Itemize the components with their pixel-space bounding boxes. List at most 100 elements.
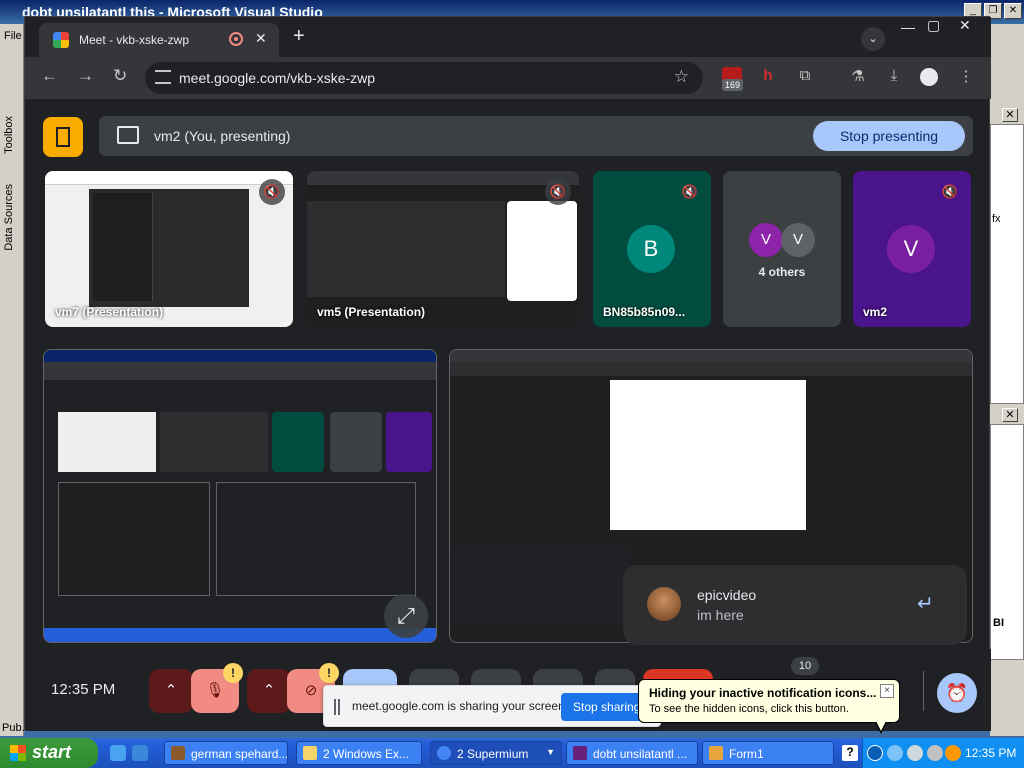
avatar: V — [887, 225, 935, 273]
form-icon — [709, 746, 723, 760]
chat-message: im here — [697, 607, 744, 623]
ie-icon[interactable] — [110, 745, 126, 761]
nested-tile — [58, 412, 156, 472]
properties-pane: fx — [990, 124, 1024, 404]
drag-handle-icon[interactable] — [334, 699, 340, 715]
mic-options-chevron-icon[interactable]: ⌃ — [149, 669, 193, 713]
alarm-clock-icon[interactable]: ⏰ — [937, 673, 977, 713]
maximize-icon[interactable]: ▢ — [927, 17, 940, 34]
close-icon[interactable]: ✕ — [959, 17, 971, 34]
tile-name: vm7 (Presentation) — [55, 305, 164, 319]
nested-tile — [330, 412, 382, 472]
profile-avatar-icon[interactable] — [920, 68, 938, 86]
task-german[interactable]: german spehard... — [164, 741, 288, 765]
close-button[interactable]: ✕ — [1004, 3, 1022, 19]
back-icon[interactable]: ← — [41, 66, 58, 86]
nested-tile — [58, 482, 210, 596]
start-label: start — [32, 742, 72, 762]
tile-vm7[interactable]: 🔇 vm7 (Presentation) — [45, 171, 293, 327]
task-explorer[interactable]: 2 Windows Ex... — [296, 741, 422, 765]
volume-icon[interactable] — [907, 745, 923, 761]
labs-flask-icon[interactable]: ⚗ — [848, 67, 868, 87]
nested-tile — [216, 482, 416, 596]
task-form1[interactable]: Form1 — [702, 741, 834, 765]
tile-screenshot-header — [45, 171, 293, 185]
mic-warning-icon: ! — [223, 663, 243, 683]
reload-icon[interactable]: ↻ — [113, 66, 127, 86]
task-label: Form1 — [729, 747, 764, 761]
network-icon[interactable] — [887, 745, 903, 761]
tray-clock: 12:35 PM — [965, 746, 1017, 760]
tab-strip: Meet - vkb-xske-zwp ✕ + ⌄ — ▢ ✕ — [25, 17, 991, 57]
avatar: B — [627, 225, 675, 273]
extension-badge: 169 — [722, 79, 744, 91]
tab-meet[interactable]: Meet - vkb-xske-zwp ✕ — [39, 23, 279, 57]
extensions-puzzle-icon[interactable]: ⧉ — [795, 67, 815, 87]
pane-close-button-2[interactable]: ✕ — [1002, 408, 1018, 422]
task-icon — [171, 746, 185, 760]
task-label: 2 Supermium — [457, 747, 529, 761]
task-visual-studio[interactable]: dobt unsilatantl ... — [566, 741, 698, 765]
expand-icon[interactable]: ⤢ — [384, 594, 428, 638]
forward-icon[interactable]: → — [77, 66, 94, 86]
tile-others[interactable]: V V 4 others — [723, 171, 841, 327]
balloon-tail-fill — [876, 721, 886, 731]
start-button[interactable]: start — [0, 738, 98, 768]
tile-vm5[interactable]: 🔇 vm5 (Presentation) — [307, 171, 579, 327]
share-status-text: meet.google.com is sharing your screen. — [352, 699, 569, 713]
participant-count-badge: 10 — [791, 657, 819, 675]
tile-vm2[interactable]: V 🔇 vm2 — [853, 171, 971, 327]
nested-tile — [272, 412, 324, 472]
recording-icon — [229, 32, 243, 46]
tile-screenshot-header — [307, 171, 579, 185]
notification-balloon[interactable]: Hiding your inactive notification icons.… — [638, 679, 900, 734]
minimize-icon[interactable]: — — [901, 19, 915, 35]
meet-panel-button[interactable] — [43, 117, 83, 157]
new-tab-icon[interactable]: + — [293, 25, 305, 48]
tile-screenshot-tabs — [44, 362, 436, 380]
shared-screen-tile-1[interactable]: ⤢ — [43, 349, 437, 643]
tile-screenshot-grid — [307, 201, 505, 297]
pane-close-button[interactable]: ✕ — [1002, 108, 1018, 122]
tile-screenshot-header — [44, 350, 436, 362]
tray-app-icon[interactable] — [927, 745, 943, 761]
address-bar[interactable]: meet.google.com/vkb-xske-zwp ☆ — [145, 62, 703, 94]
download-icon[interactable]: ⤓ — [884, 67, 904, 87]
chat-notification[interactable]: epicvideo im here ↵ — [623, 565, 967, 645]
quicklaunch-icon[interactable] — [132, 745, 148, 761]
tile-screenshot-page — [610, 380, 806, 530]
help-icon[interactable]: ? — [842, 745, 858, 761]
muted-mic-icon: 🔇 — [681, 184, 699, 199]
chat-sender: epicvideo — [697, 587, 757, 603]
browser-toolbar: ← → ↻ meet.google.com/vkb-xske-zwp ☆ 169… — [25, 57, 991, 99]
menu-file[interactable]: File — [4, 30, 22, 42]
divider — [923, 671, 924, 711]
search-tray-icon[interactable] — [945, 745, 961, 761]
tile-screenshot-sidebar — [93, 193, 153, 301]
task-label: german spehard... — [191, 747, 288, 761]
site-info-icon[interactable] — [155, 70, 171, 84]
taskbar: start german spehard... 2 Windows Ex... … — [0, 738, 1024, 768]
url-text: meet.google.com/vkb-xske-zwp — [179, 70, 376, 86]
tab-search-icon[interactable]: ⌄ — [861, 27, 885, 51]
balloon-body: To see the hidden icons, click this butt… — [649, 703, 849, 715]
toolbox-tab[interactable]: Toolbox — [3, 116, 15, 154]
meet-favicon-icon — [53, 32, 69, 48]
menu-kebab-icon[interactable]: ⋮ — [956, 67, 976, 87]
data-sources-tab[interactable]: Data Sources — [3, 184, 15, 251]
bookmark-star-icon[interactable]: ☆ — [674, 67, 689, 87]
camera-options-chevron-icon[interactable]: ⌃ — [247, 669, 291, 713]
tab-close-icon[interactable]: ✕ — [255, 30, 267, 47]
balloon-close-button[interactable]: × — [880, 684, 894, 698]
tile-bn85[interactable]: B 🔇 BN85b85n09... — [593, 171, 711, 327]
extension-h-icon[interactable]: h — [758, 67, 778, 87]
camera-warning-icon: ! — [319, 663, 339, 683]
stop-presenting-button[interactable]: Stop presenting — [813, 121, 965, 151]
show-hidden-icons-button[interactable] — [867, 745, 883, 761]
screen-share-bar: meet.google.com is sharing your screen. … — [323, 685, 661, 727]
browser-icon — [437, 746, 451, 760]
presenting-label: vm2 (You, presenting) — [154, 128, 291, 144]
task-supermium[interactable]: 2 Supermium ▼ — [430, 741, 562, 765]
avatar — [647, 587, 681, 621]
reply-icon[interactable]: ↵ — [917, 591, 934, 616]
